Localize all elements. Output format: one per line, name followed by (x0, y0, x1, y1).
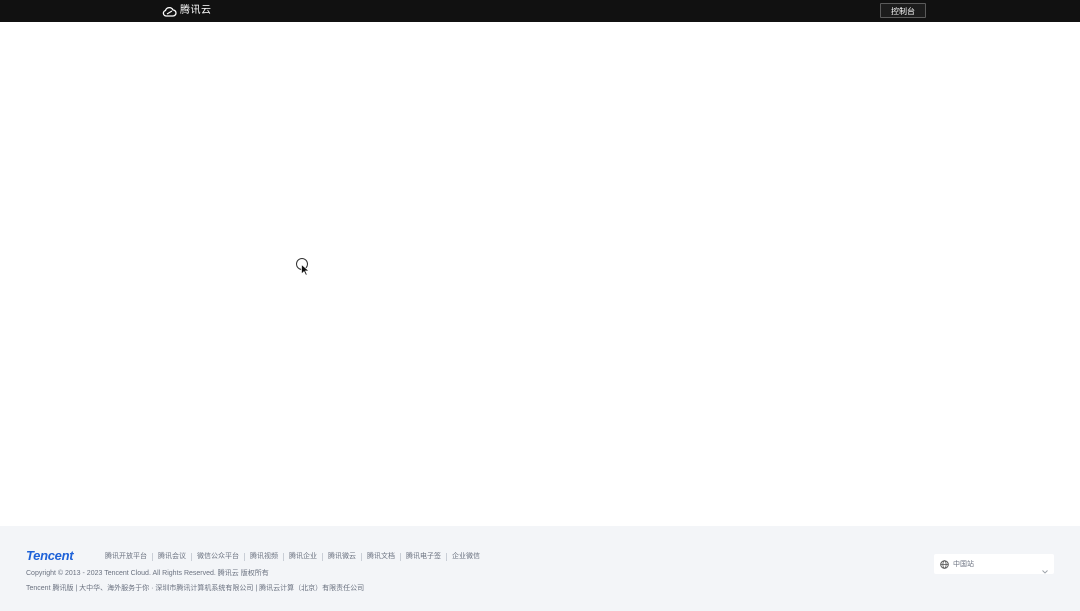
tencent-cloud-logo[interactable]: 腾讯云 (162, 4, 212, 18)
top-navigation-bar: 腾讯云 控制台 (0, 0, 1080, 22)
footer-link[interactable]: 企业微信 (446, 553, 485, 561)
copyright-text: Copyright © 2013 - 2023 Tencent Cloud. A… (26, 570, 269, 577)
cloud-icon (162, 6, 177, 17)
tencent-brand-logo[interactable]: Tencent (26, 548, 74, 563)
footer-link[interactable]: 腾讯微云 (322, 553, 361, 561)
footer-link[interactable]: 腾讯开放平台 (100, 553, 152, 561)
logo-text: 腾讯云 (180, 5, 212, 16)
chevron-down-icon (1042, 561, 1048, 579)
main-content-area (0, 22, 1080, 526)
footer-links: 腾讯开放平台 腾讯会议 微信公众平台 腾讯视频 腾讯企业 腾讯微云 腾讯文档 腾… (100, 553, 485, 561)
mouse-cursor-icon (301, 263, 310, 281)
footer-link[interactable]: 腾讯文档 (361, 553, 400, 561)
footer-link[interactable]: 微信公众平台 (191, 553, 244, 561)
company-info-text: Tencent 腾讯版 | 大中华、海外服务于你 · 深圳市腾讯计算机系统有限公… (26, 585, 365, 592)
console-button[interactable]: 控制台 (880, 3, 926, 18)
region-selector[interactable]: 中国站 (934, 554, 1054, 574)
footer-link[interactable]: 腾讯企业 (283, 553, 322, 561)
footer-link[interactable]: 腾讯电子签 (400, 553, 446, 561)
footer-link[interactable]: 腾讯视频 (244, 553, 283, 561)
footer-link[interactable]: 腾讯会议 (152, 553, 191, 561)
region-label: 中国站 (953, 561, 974, 568)
footer: Tencent 腾讯开放平台 腾讯会议 微信公众平台 腾讯视频 腾讯企业 腾讯微… (0, 526, 1080, 611)
globe-icon (940, 559, 949, 569)
page: 腾讯云 控制台 Tencent 腾讯开放平台 腾讯会议 微信公众平台 腾讯视频 … (0, 0, 1080, 611)
